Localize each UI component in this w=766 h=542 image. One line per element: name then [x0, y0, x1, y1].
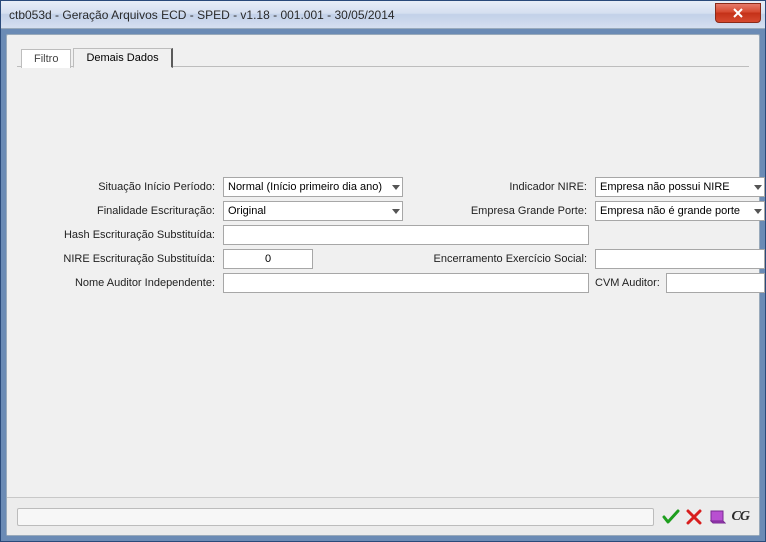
cg-button[interactable]: CG: [732, 509, 749, 525]
chevron-down-icon: [754, 209, 762, 214]
tab-label: Filtro: [34, 53, 58, 65]
label-grande-porte: Empresa Grande Porte:: [409, 205, 589, 217]
label-indicador-nire: Indicador NIRE:: [409, 181, 589, 193]
tab-label: Demais Dados: [86, 52, 158, 64]
input-cvm-auditor[interactable]: [666, 273, 765, 293]
tab-panel-demais: Situação Início Período: Normal (Início …: [17, 66, 749, 293]
close-button[interactable]: [715, 3, 761, 23]
chevron-down-icon: [392, 209, 400, 214]
footer-bar: CG: [7, 497, 759, 535]
select-value: Original: [228, 205, 266, 217]
select-indicador-nire[interactable]: Empresa não possui NIRE: [595, 177, 765, 197]
app-window: ctb053d - Geração Arquivos ECD - SPED - …: [0, 0, 766, 542]
label-situacao: Situação Início Período:: [17, 181, 217, 193]
chevron-down-icon: [754, 185, 762, 190]
input-nire-sub[interactable]: [223, 249, 313, 269]
check-icon: [662, 509, 680, 525]
input-encerramento[interactable]: [595, 249, 765, 269]
select-grande-porte[interactable]: Empresa não é grande porte: [595, 201, 765, 221]
close-icon: [732, 8, 744, 18]
label-finalidade: Finalidade Escrituração:: [17, 205, 217, 217]
label-cvm-auditor: CVM Auditor:: [595, 277, 662, 289]
window-title: ctb053d - Geração Arquivos ECD - SPED - …: [9, 8, 715, 22]
select-finalidade[interactable]: Original: [223, 201, 403, 221]
x-icon: [686, 509, 702, 525]
select-value: Normal (Início primeiro dia ano): [228, 181, 382, 193]
label-nome-auditor: Nome Auditor Independente:: [17, 277, 217, 289]
tab-filtro[interactable]: Filtro: [21, 49, 71, 68]
confirm-button[interactable]: [662, 509, 680, 525]
chevron-down-icon: [392, 185, 400, 190]
input-hash[interactable]: [223, 225, 589, 245]
book-icon: [708, 509, 726, 525]
cancel-button[interactable]: [686, 509, 702, 525]
form-grid: Situação Início Período: Normal (Início …: [17, 177, 749, 293]
label-encerramento: Encerramento Exercício Social:: [409, 253, 589, 265]
label-nire-sub: NIRE Escrituração Substituída:: [17, 253, 217, 265]
select-situacao[interactable]: Normal (Início primeiro dia ano): [223, 177, 403, 197]
content-area: Filtro Demais Dados Situação Início Perí…: [7, 35, 759, 497]
tabstrip: Filtro Demais Dados: [21, 45, 749, 67]
select-value: Empresa não é grande porte: [600, 205, 740, 217]
tab-demais-dados[interactable]: Demais Dados: [73, 48, 172, 68]
select-value: Empresa não possui NIRE: [600, 181, 730, 193]
client-area: Filtro Demais Dados Situação Início Perí…: [6, 34, 760, 536]
footer-actions: CG: [662, 509, 749, 525]
input-nome-auditor[interactable]: [223, 273, 589, 293]
help-button[interactable]: [708, 509, 726, 525]
progress-bar: [17, 508, 654, 526]
titlebar: ctb053d - Geração Arquivos ECD - SPED - …: [1, 1, 765, 29]
label-hash: Hash Escrituração Substituída:: [17, 229, 217, 241]
